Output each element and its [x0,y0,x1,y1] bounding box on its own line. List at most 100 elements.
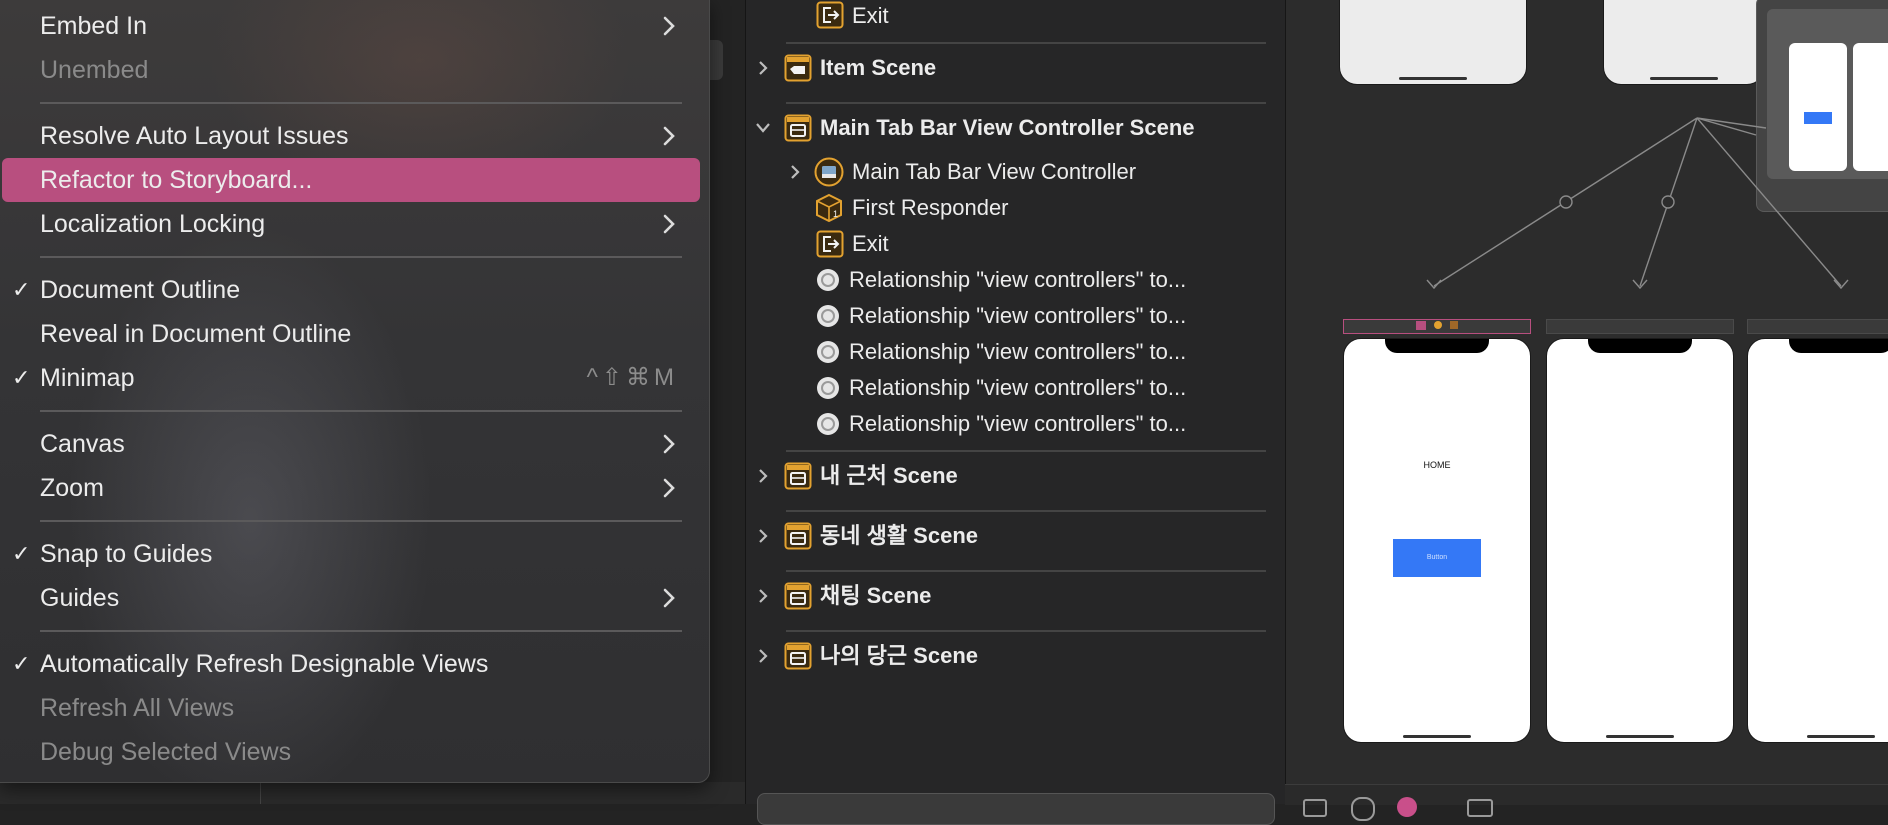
menu-item-reveal-in-outline[interactable]: Reveal in Document Outline [2,312,700,356]
menu-item-label: Zoom [40,474,104,502]
chevron-right-icon [663,588,675,608]
exit-icon [816,230,844,258]
menu-item-resolve-auto-layout[interactable]: Resolve Auto Layout Issues [2,114,700,158]
outline-filter-field[interactable] [757,793,1275,825]
outline-row-label: Main Tab Bar View Controller [852,159,1137,184]
outline-separator [786,450,1266,452]
outline-separator [786,102,1266,104]
menu-item-refactor-to-storyboard[interactable]: Refactor to Storyboard... [2,158,700,202]
outline-row-label: First Responder [852,195,1009,220]
menu-item-label: Minimap [40,364,135,392]
checkmark-icon: ✓ [12,277,31,302]
outline-item-relationship[interactable]: Relationship "view controllers" to... [746,370,1286,406]
menu-separator [40,520,682,522]
disclosure-down-icon[interactable] [754,121,772,135]
outline-scene-chat[interactable]: 채팅 Scene [746,578,1286,614]
menu-item-unembed[interactable]: Unembed [2,48,700,92]
scene-icon [784,114,812,142]
disclosure-right-icon[interactable] [756,647,770,665]
disclosure-right-icon[interactable] [788,163,802,181]
outline-row-label: Relationship "view controllers" to... [849,375,1187,400]
chevron-right-icon [663,126,675,146]
toolbar-icon[interactable] [1303,799,1327,817]
menu-item-minimap[interactable]: ✓ Minimap ^⇧⌘M [2,356,700,400]
checkmark-icon: ✓ [12,365,31,390]
menu-item-snap-to-guides[interactable]: ✓ Snap to Guides [2,532,700,576]
outline-row-label: Relationship "view controllers" to... [849,411,1187,436]
outline-separator [786,510,1266,512]
menu-item-guides[interactable]: Guides [2,576,700,620]
exit-icon [816,1,844,29]
relationship-icon [817,413,839,435]
menu-item-label: Unembed [40,56,149,84]
outline-scene-my-karrot[interactable]: 나의 당근 Scene [746,638,1286,674]
home-label: HOME [1423,460,1451,470]
document-outline: Exit Item Scene Main Tab Bar View Contro… [745,0,1286,825]
outline-row-exit[interactable]: Exit [746,0,1286,34]
menu-item-label: Reveal in Document Outline [40,320,352,348]
menu-item-zoom[interactable]: Zoom [2,466,700,510]
scene-icon [784,462,812,490]
checkmark-icon: ✓ [12,541,31,566]
outline-scene-item[interactable]: Item Scene [746,50,1286,86]
outline-item-relationship[interactable]: Relationship "view controllers" to... [746,262,1286,298]
appearance-icon[interactable] [1397,797,1417,817]
scene-preview-neighborhood[interactable] [1546,338,1734,743]
menu-item-label: Refresh All Views [40,694,235,722]
outline-row-label: 내 근처 Scene [820,463,958,488]
relationship-icon [817,305,839,327]
outline-separator [786,630,1266,632]
scene-preview-home[interactable]: HOME Button [1343,338,1531,743]
outline-item-exit[interactable]: Exit [746,226,1286,262]
scene-preview-nearby[interactable] [1747,338,1888,743]
outline-row-label: Relationship "view controllers" to... [849,267,1187,292]
scene-dock-home[interactable] [1343,319,1531,334]
outline-item-relationship[interactable]: Relationship "view controllers" to... [746,298,1286,334]
checkmark-icon: ✓ [12,651,31,676]
disclosure-right-icon[interactable] [756,527,770,545]
toolbar-icon[interactable] [1467,799,1493,817]
outline-item-tab-bar-controller[interactable]: Main Tab Bar View Controller [746,154,1286,190]
disclosure-right-icon[interactable] [756,587,770,605]
menu-item-localization-locking[interactable]: Localization Locking [2,202,700,246]
outline-scene-neighborhood[interactable]: 동네 생활 Scene [746,518,1286,554]
preview-button[interactable]: Button [1393,539,1481,577]
scene-dock-nearby[interactable] [1747,319,1888,334]
menu-item-debug-selected-views[interactable]: Debug Selected Views [2,730,700,774]
outline-separator [786,570,1266,572]
outline-item-relationship[interactable]: Relationship "view controllers" to... [746,406,1286,442]
menu-item-document-outline[interactable]: ✓ Document Outline [2,268,700,312]
disclosure-right-icon[interactable] [756,467,770,485]
scene-icon [784,522,812,550]
menu-item-auto-refresh-designable[interactable]: ✓ Automatically Refresh Designable Views [2,642,700,686]
chevron-right-icon [663,214,675,234]
menu-item-embed-in[interactable]: Embed In [2,4,700,48]
storyboard-canvas[interactable]: HOME Button [1285,0,1888,784]
menu-item-label: Resolve Auto Layout Issues [40,122,349,150]
menu-separator [40,102,682,104]
outline-row-label: Relationship "view controllers" to... [849,303,1187,328]
scene-icon [784,642,812,670]
outline-row-label: Main Tab Bar View Controller Scene [820,115,1195,140]
canvas-bottom-toolbar [1285,784,1888,821]
menu-item-canvas[interactable]: Canvas [2,422,700,466]
first-responder-icon: 1 [816,193,842,223]
scene-dock-neighborhood[interactable] [1546,319,1734,334]
disclosure-right-icon[interactable] [756,59,770,77]
menu-item-refresh-all-views[interactable]: Refresh All Views [2,686,700,730]
outline-item-first-responder[interactable]: 1 First Responder [746,190,1286,226]
menu-item-label: Embed In [40,12,148,40]
toolbar-icon[interactable] [1351,797,1375,821]
outline-row-label: Exit [852,231,889,256]
outline-row-label: Exit [852,3,889,28]
relationship-icon [817,269,839,291]
outline-scene-nearby[interactable]: 내 근처 Scene [746,458,1286,494]
outline-scene-main-tab-bar[interactable]: Main Tab Bar View Controller Scene [746,110,1286,146]
menu-item-label: Refactor to Storyboard... [40,166,313,194]
tab-bar-controller-icon [814,157,844,187]
scene-icon [784,582,812,610]
outline-item-relationship[interactable]: Relationship "view controllers" to... [746,334,1286,370]
segue-lines [1426,117,1849,290]
menu-item-label: Guides [40,584,120,612]
chevron-right-icon [663,434,675,454]
